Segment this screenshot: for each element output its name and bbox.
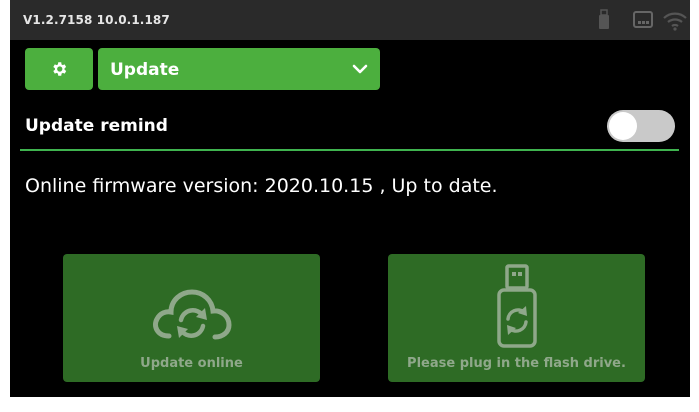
usb-drive-icon [599, 9, 609, 29]
divider [20, 149, 679, 151]
toggle-knob [609, 112, 637, 140]
dropdown-selected-value: Update [110, 60, 180, 80]
device-screen: V1.2.7158 10.0.1.187 Update Update remin… [10, 0, 690, 397]
usb-update-label: Please plug in the flash drive. [407, 356, 626, 371]
update-online-button[interactable]: Update online [63, 254, 320, 382]
usb-sync-icon [496, 264, 537, 348]
page-select-dropdown[interactable]: Update [98, 48, 380, 90]
version-ip-text: V1.2.7158 10.0.1.187 [23, 13, 170, 27]
chevron-down-icon [352, 64, 368, 74]
usb-update-button[interactable]: Please plug in the flash drive. [388, 254, 645, 382]
firmware-status-text: Online firmware version: 2020.10.15 , Up… [25, 175, 498, 197]
gear-icon [53, 62, 67, 76]
update-remind-toggle[interactable] [607, 110, 675, 142]
status-bar: V1.2.7158 10.0.1.187 [10, 0, 690, 40]
wifi-icon [663, 12, 687, 31]
cloud-sync-icon [152, 289, 232, 340]
ethernet-icon [633, 11, 653, 28]
settings-button[interactable] [25, 48, 93, 90]
update-remind-label: Update remind [25, 116, 168, 136]
update-online-label: Update online [140, 356, 243, 371]
